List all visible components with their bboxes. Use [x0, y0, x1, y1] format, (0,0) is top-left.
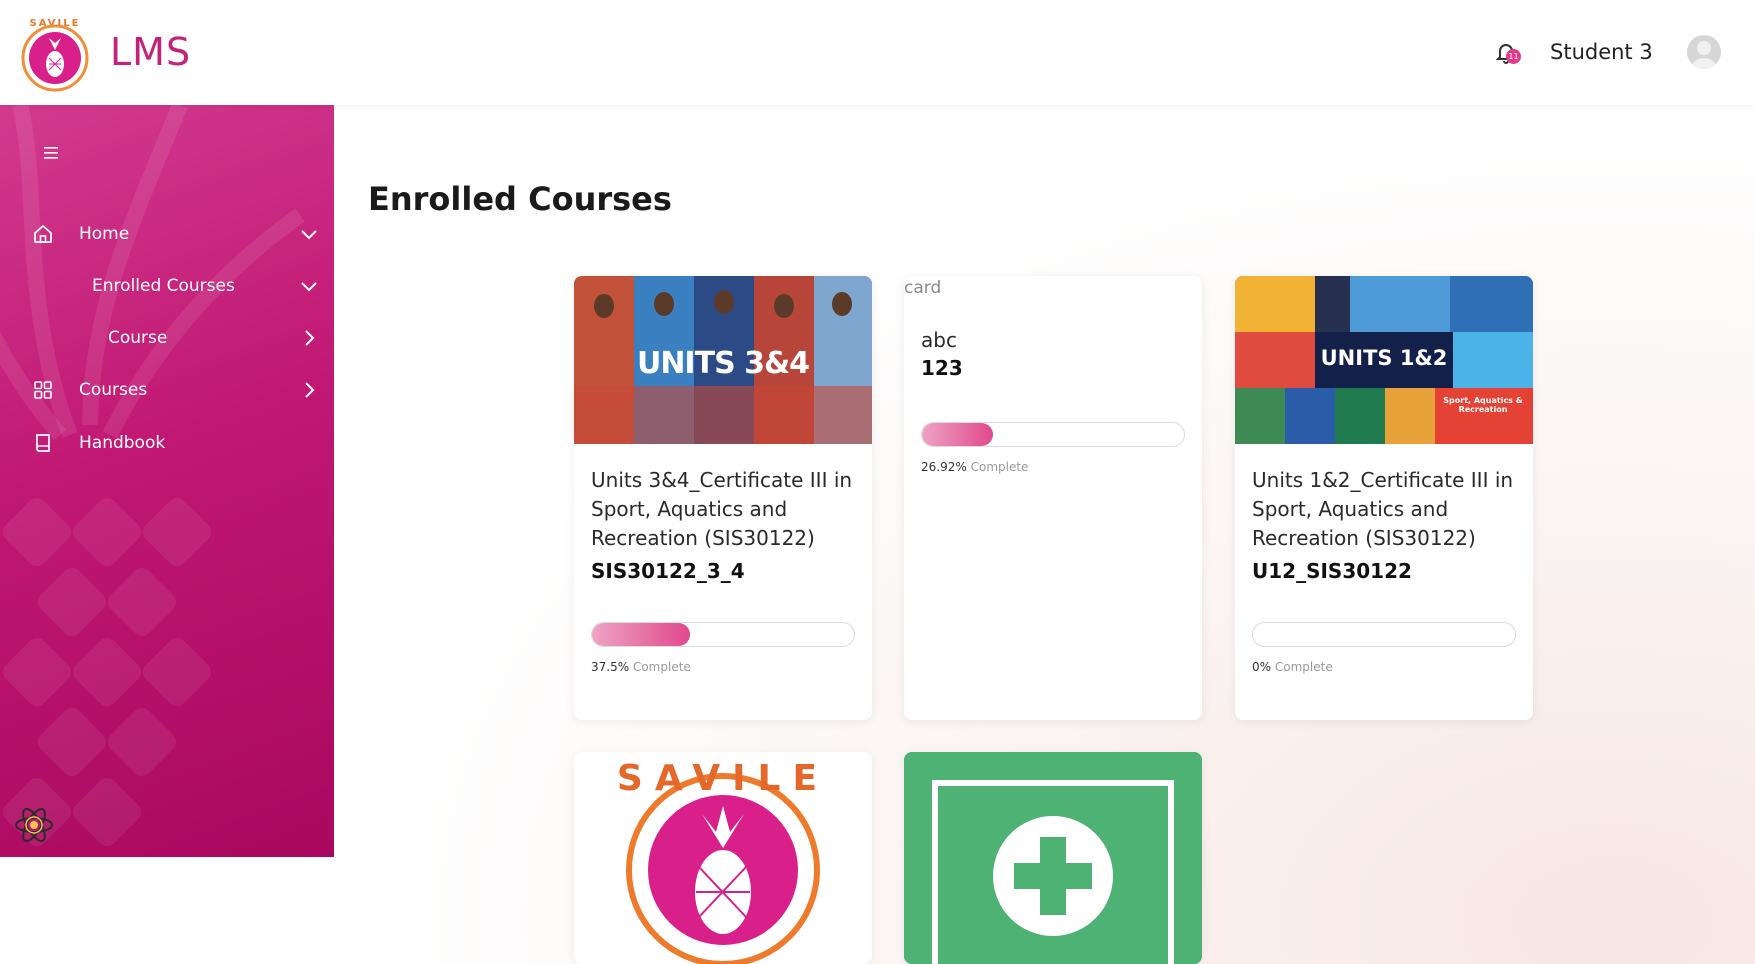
sidebar-item-home[interactable]: Home [0, 214, 334, 254]
grid-icon [34, 381, 52, 399]
app-title: LMS [110, 30, 192, 74]
broken-image-placeholder: card [904, 278, 942, 298]
page-title: Enrolled Courses [368, 180, 672, 218]
user-name[interactable]: Student 3 [1550, 40, 1653, 64]
sidebar-item-label: Handbook [79, 433, 166, 453]
progress-bar [1252, 622, 1516, 647]
course-code: U12_SIS30122 [1252, 559, 1412, 583]
progress-value: 0% [1252, 660, 1272, 674]
main-content: Enrolled Courses UNITS 3&4 Units 3&4_Cer… [334, 105, 1755, 964]
savile-logo[interactable]: SAVILE [16, 12, 94, 92]
user-avatar-icon [1692, 41, 1716, 69]
course-card[interactable]: UNITS 3&4 Units 3&4_Certificate III in S… [574, 276, 872, 720]
progress-fill [922, 423, 993, 446]
progress-value: 26.92% [921, 460, 967, 474]
course-image-label: UNITS 1&2 [1320, 346, 1448, 370]
chevron-down-icon [301, 230, 317, 240]
course-card[interactable]: UNITS 1&2 Sport, Aquatics & Recreation U… [1235, 276, 1533, 720]
sidebar: Home Enrolled Courses Course Courses Han… [0, 105, 334, 857]
react-icon[interactable] [12, 803, 56, 847]
course-card[interactable] [904, 752, 1202, 964]
sidebar-item-label: Course [108, 328, 168, 348]
avatar[interactable] [1687, 35, 1721, 69]
course-card[interactable]: card abc 123 26.92% Complete [904, 276, 1202, 720]
course-image-sublabel: Sport, Aquatics & Recreation [1443, 396, 1523, 414]
first-aid-icon [904, 752, 1202, 964]
home-icon [34, 225, 52, 243]
hamburger-icon[interactable] [42, 145, 62, 161]
sidebar-item-enrolled-courses[interactable]: Enrolled Courses [0, 266, 334, 306]
progress-fill [592, 623, 691, 646]
progress-value: 37.5% [591, 660, 630, 674]
chevron-right-icon [305, 330, 315, 346]
progress-suffix: Complete [1274, 660, 1333, 674]
course-image-label: UNITS 3&4 [636, 346, 810, 381]
progress-bar [591, 622, 855, 647]
sidebar-item-courses[interactable]: Courses [0, 370, 334, 410]
course-title[interactable]: abc [921, 326, 1187, 355]
progress-text: 26.92% Complete [921, 460, 1028, 474]
sidebar-item-handbook[interactable]: Handbook [0, 423, 334, 463]
book-icon [36, 434, 50, 452]
progress-suffix: Complete [632, 660, 691, 674]
sidebar-item-label: Home [79, 224, 130, 244]
progress-suffix: Complete [970, 460, 1029, 474]
course-code: SIS30122_3_4 [591, 559, 745, 583]
course-title[interactable]: Units 1&2_Certificate III in Sport, Aqua… [1252, 466, 1518, 553]
sidebar-item-course[interactable]: Course [0, 318, 334, 358]
progress-text: 37.5% Complete [591, 660, 691, 674]
course-code: 123 [921, 356, 963, 380]
savile-logo-text: SAVILE [616, 758, 830, 799]
chevron-down-icon [301, 282, 317, 292]
chevron-right-icon [305, 382, 315, 398]
top-header: SAVILE LMS 11 Student 3 [0, 0, 1755, 105]
course-card[interactable]: SAVILE [574, 752, 872, 964]
progress-bar [921, 422, 1185, 447]
progress-text: 0% Complete [1252, 660, 1333, 674]
sidebar-item-label: Enrolled Courses [92, 276, 235, 296]
sidebar-item-label: Courses [79, 380, 148, 400]
course-title[interactable]: Units 3&4_Certificate III in Sport, Aqua… [591, 466, 857, 553]
notification-badge: 11 [1506, 49, 1521, 64]
